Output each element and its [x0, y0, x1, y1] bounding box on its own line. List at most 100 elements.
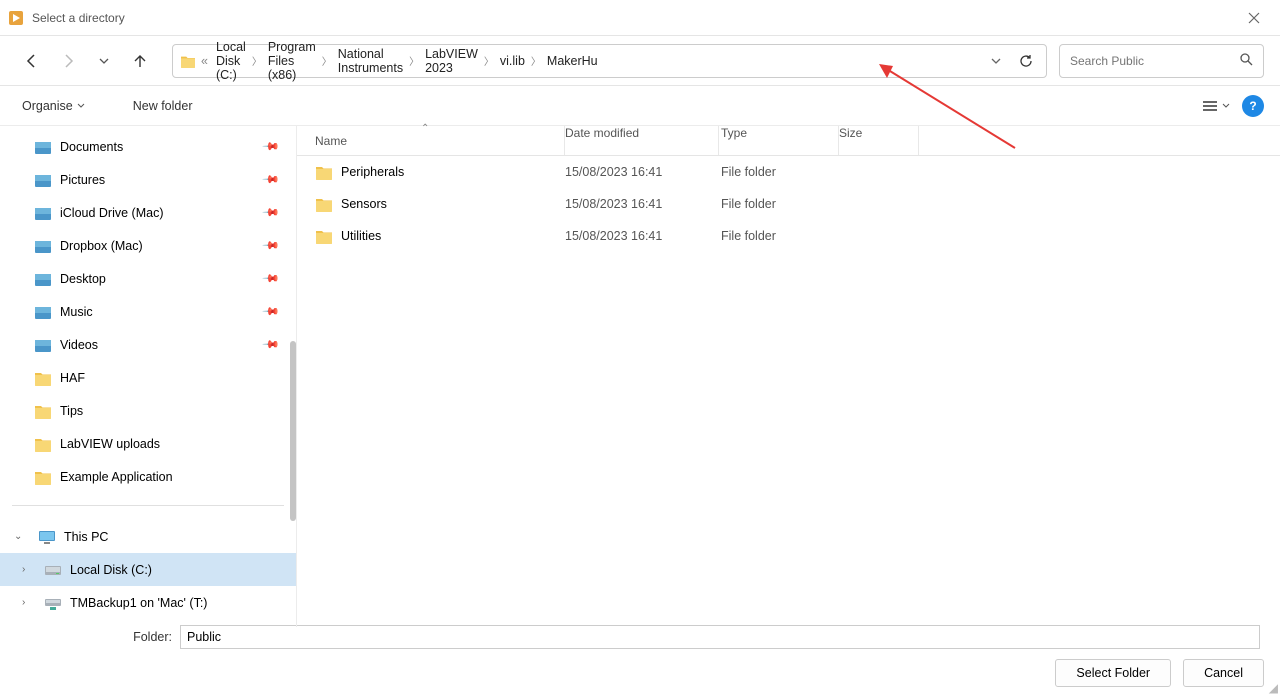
col-type-header[interactable]: Type: [719, 126, 839, 155]
new-folder-label: New folder: [133, 99, 193, 113]
pin-icon: 📌: [262, 269, 281, 288]
organise-label: Organise: [22, 99, 73, 113]
folder-icon: [34, 436, 52, 452]
file-name: Sensors: [341, 197, 387, 211]
view-mode-button[interactable]: [1198, 96, 1234, 116]
file-row[interactable]: Sensors 15/08/2023 16:41 File folder: [297, 188, 1280, 220]
search-box[interactable]: [1059, 44, 1264, 78]
crumb-3[interactable]: LabVIEW 2023: [421, 47, 482, 75]
main-area: Documents 📌 Pictures 📌 iCloud Drive (Mac…: [0, 126, 1280, 627]
sidebar-label: Example Application: [60, 470, 173, 484]
crumb-1[interactable]: Program Files (x86): [264, 40, 320, 82]
sidebar-item-icloud[interactable]: iCloud Drive (Mac) 📌: [0, 196, 296, 229]
sidebar-label: Documents: [60, 140, 123, 154]
sidebar-label: Tips: [60, 404, 83, 418]
pin-icon: 📌: [262, 302, 281, 321]
sidebar-item-desktop[interactable]: Desktop 📌: [0, 262, 296, 295]
file-row[interactable]: Utilities 15/08/2023 16:41 File folder: [297, 220, 1280, 252]
app-icon: [8, 10, 24, 26]
folder-icon: [34, 403, 52, 419]
crumb-5[interactable]: MakerHub: [543, 54, 598, 68]
recent-dropdown[interactable]: [88, 45, 120, 77]
folder-name-input[interactable]: [180, 625, 1260, 649]
file-type: File folder: [719, 197, 839, 211]
address-dropdown[interactable]: [984, 49, 1008, 73]
file-type: File folder: [719, 165, 839, 179]
col-date-header[interactable]: Date modified: [565, 126, 719, 155]
help-button[interactable]: ?: [1242, 95, 1264, 117]
sidebar-label: Music: [60, 305, 93, 319]
organise-button[interactable]: Organise: [16, 95, 91, 117]
file-type: File folder: [719, 229, 839, 243]
sidebar-label: HAF: [60, 371, 85, 385]
nav-row: « Local Disk (C:)〉 Program Files (x86)〉 …: [0, 36, 1280, 86]
sidebar-label: Videos: [60, 338, 98, 352]
file-row[interactable]: Peripherals 15/08/2023 16:41 File folder: [297, 156, 1280, 188]
pin-icon: 📌: [262, 203, 281, 222]
titlebar: Select a directory: [0, 0, 1280, 36]
new-folder-button[interactable]: New folder: [127, 95, 199, 117]
folder-icon: [315, 228, 333, 244]
sidebar-item-tmbackup[interactable]: › TMBackup1 on 'Mac' (T:): [0, 586, 296, 619]
select-folder-button[interactable]: Select Folder: [1055, 659, 1171, 687]
chevron-right-icon: 〉: [529, 53, 543, 68]
file-list: Name ⌃ Date modified Type Size Periphera…: [297, 126, 1280, 627]
sidebar-item-haf[interactable]: HAF: [0, 361, 296, 394]
up-button[interactable]: [124, 45, 156, 77]
back-button[interactable]: [16, 45, 48, 77]
sidebar-label: This PC: [64, 530, 108, 544]
chevron-right-icon: 〉: [320, 53, 334, 68]
sidebar-label: iCloud Drive (Mac): [60, 206, 164, 220]
toolbar: Organise New folder ?: [0, 86, 1280, 126]
pictures-icon: [34, 172, 52, 188]
cancel-button[interactable]: Cancel: [1183, 659, 1264, 687]
sidebar-item-thispc[interactable]: ⌄ This PC: [0, 520, 296, 553]
folder-icon: [34, 469, 52, 485]
col-name-header[interactable]: Name ⌃: [297, 126, 565, 155]
sidebar-label: Pictures: [60, 173, 105, 187]
close-button[interactable]: [1236, 0, 1272, 36]
sidebar-item-videos[interactable]: Videos 📌: [0, 328, 296, 361]
chevron-right-icon[interactable]: ›: [22, 597, 25, 608]
sidebar-item-pictures[interactable]: Pictures 📌: [0, 163, 296, 196]
breadcrumb-overflow[interactable]: «: [197, 54, 212, 68]
address-bar[interactable]: « Local Disk (C:)〉 Program Files (x86)〉 …: [172, 44, 1047, 78]
sidebar-label: Local Disk (C:): [70, 563, 152, 577]
sidebar-label: Dropbox (Mac): [60, 239, 143, 253]
sidebar-item-tips[interactable]: Tips: [0, 394, 296, 427]
sidebar-item-dropbox[interactable]: Dropbox (Mac) 📌: [0, 229, 296, 262]
crumb-0[interactable]: Local Disk (C:): [212, 40, 250, 82]
videos-icon: [34, 337, 52, 353]
chevron-right-icon: 〉: [407, 53, 421, 68]
scrollbar[interactable]: [290, 341, 296, 521]
list-view-icon: [1202, 100, 1218, 112]
file-name: Utilities: [341, 229, 381, 243]
pin-icon: 📌: [262, 137, 281, 156]
forward-button[interactable]: [52, 45, 84, 77]
file-date: 15/08/2023 16:41: [565, 229, 719, 243]
resize-grip[interactable]: ◢: [1269, 681, 1278, 695]
pc-icon: [38, 529, 56, 545]
sidebar-item-example-app[interactable]: Example Application: [0, 460, 296, 493]
sidebar-item-local-disk[interactable]: › Local Disk (C:): [0, 553, 296, 586]
pin-icon: 📌: [262, 170, 281, 189]
chevron-down-icon[interactable]: ⌄: [14, 531, 22, 542]
crumb-2[interactable]: National Instruments: [334, 47, 407, 75]
dropbox-icon: [34, 238, 52, 254]
file-name: Peripherals: [341, 165, 404, 179]
breadcrumbs: Local Disk (C:)〉 Program Files (x86)〉 Na…: [212, 40, 598, 82]
chevron-right-icon: 〉: [482, 53, 496, 68]
crumb-4[interactable]: vi.lib: [496, 54, 529, 68]
sidebar-item-music[interactable]: Music 📌: [0, 295, 296, 328]
chevron-right-icon[interactable]: ›: [22, 564, 25, 575]
folder-icon: [315, 164, 333, 180]
pin-icon: 📌: [262, 236, 281, 255]
chevron-right-icon: 〉: [250, 53, 264, 68]
search-icon: [1239, 52, 1253, 69]
sidebar-item-documents[interactable]: Documents 📌: [0, 130, 296, 163]
address-folder-icon: [179, 54, 197, 68]
refresh-button[interactable]: [1012, 47, 1040, 75]
sidebar-item-labview-uploads[interactable]: LabVIEW uploads: [0, 427, 296, 460]
col-size-header[interactable]: Size: [839, 126, 919, 155]
search-input[interactable]: [1070, 54, 1239, 68]
